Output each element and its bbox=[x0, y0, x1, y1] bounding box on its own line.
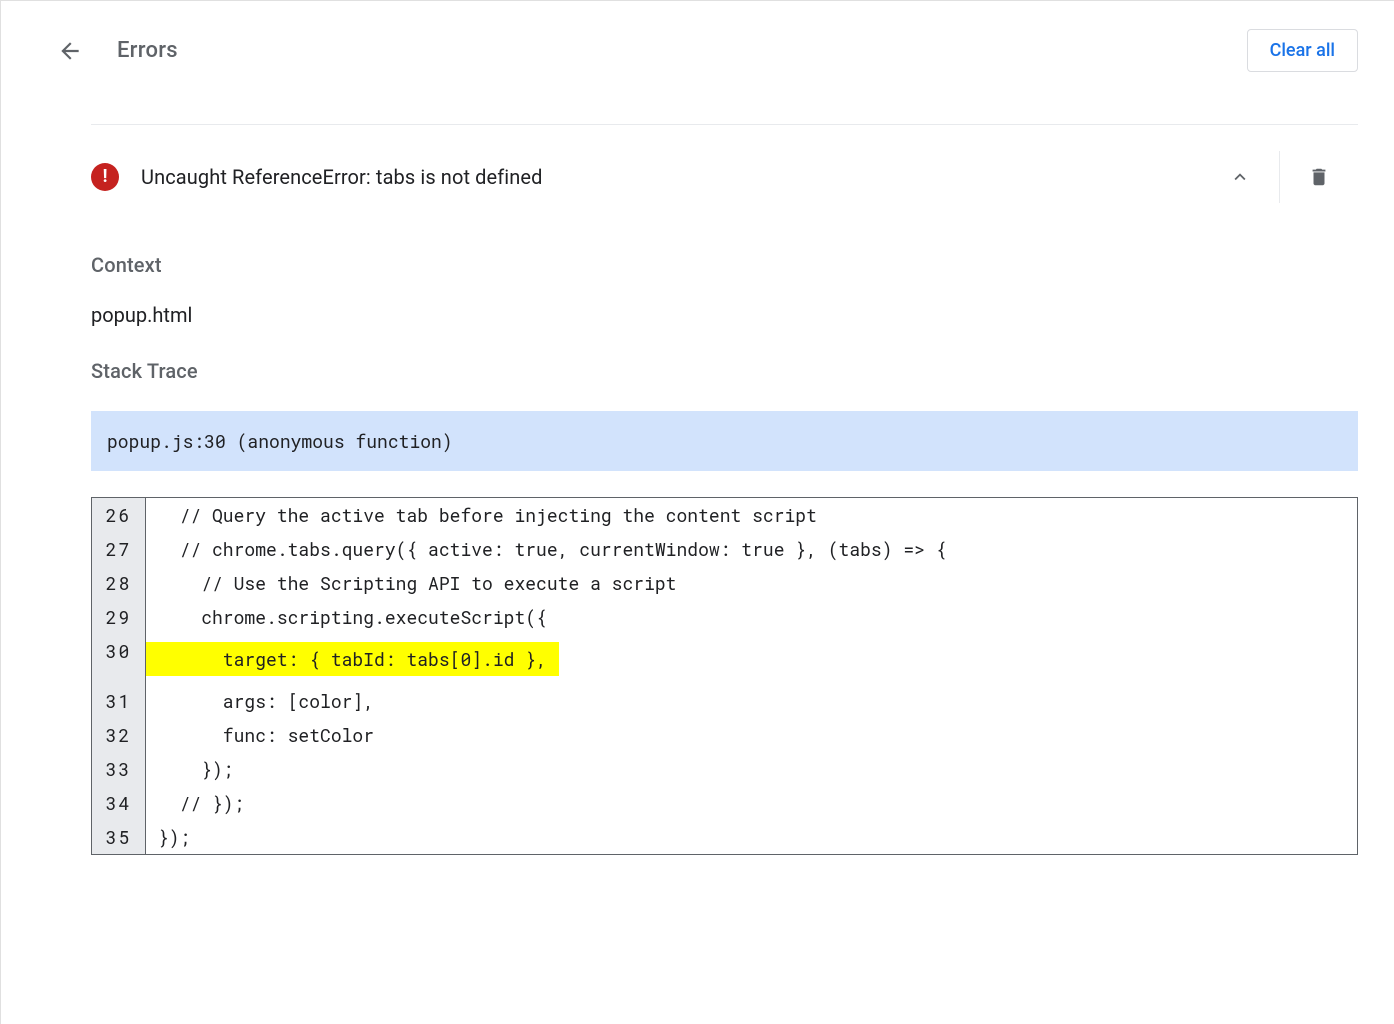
line-code: chrome.scripting.executeScript({ bbox=[146, 600, 1357, 634]
chevron-up-icon bbox=[1229, 166, 1251, 188]
line-code: }); bbox=[146, 752, 1357, 786]
page-header: Errors Clear all bbox=[1, 1, 1394, 100]
line-code: // Use the Scripting API to execute a sc… bbox=[146, 566, 1357, 600]
line-code: args: [color], bbox=[146, 684, 1357, 718]
code-line: 30 target: { tabId: tabs[0].id }, bbox=[92, 634, 1357, 684]
line-number: 33 bbox=[92, 752, 146, 786]
page-title: Errors bbox=[117, 38, 178, 63]
code-line: 32 func: setColor bbox=[92, 718, 1357, 752]
line-number: 30 bbox=[92, 634, 146, 684]
stack-trace-heading: Stack Trace bbox=[91, 359, 1358, 383]
error-item: ! Uncaught ReferenceError: tabs is not d… bbox=[91, 125, 1358, 229]
line-number: 27 bbox=[92, 532, 146, 566]
line-number: 28 bbox=[92, 566, 146, 600]
trash-icon bbox=[1308, 165, 1330, 189]
code-line: 27 // chrome.tabs.query({ active: true, … bbox=[92, 532, 1357, 566]
context-heading: Context bbox=[91, 253, 1358, 277]
line-number: 29 bbox=[92, 600, 146, 634]
error-badge: ! bbox=[91, 163, 119, 191]
line-number: 35 bbox=[92, 820, 146, 854]
error-message: Uncaught ReferenceError: tabs is not def… bbox=[141, 165, 543, 189]
line-code: // Query the active tab before injecting… bbox=[146, 498, 1357, 532]
line-code: target: { tabId: tabs[0].id }, bbox=[146, 634, 1357, 684]
stack-frame[interactable]: popup.js:30 (anonymous function) bbox=[91, 411, 1358, 471]
line-number: 31 bbox=[92, 684, 146, 718]
line-number: 32 bbox=[92, 718, 146, 752]
back-button[interactable] bbox=[57, 38, 83, 64]
line-code: // chrome.tabs.query({ active: true, cur… bbox=[146, 532, 1357, 566]
code-line: 26 // Query the active tab before inject… bbox=[92, 498, 1357, 532]
line-code: }); bbox=[146, 820, 1357, 854]
code-line: 28 // Use the Scripting API to execute a… bbox=[92, 566, 1357, 600]
code-block: 26 // Query the active tab before inject… bbox=[91, 497, 1358, 855]
context-value: popup.html bbox=[91, 303, 1358, 327]
line-number: 26 bbox=[92, 498, 146, 532]
line-code: // }); bbox=[146, 786, 1357, 820]
code-line: 29 chrome.scripting.executeScript({ bbox=[92, 600, 1357, 634]
collapse-button[interactable] bbox=[1201, 154, 1279, 200]
code-line: 35}); bbox=[92, 820, 1357, 854]
code-line: 33 }); bbox=[92, 752, 1357, 786]
exclamation-icon: ! bbox=[103, 168, 108, 186]
code-line: 31 args: [color], bbox=[92, 684, 1357, 718]
clear-all-button[interactable]: Clear all bbox=[1247, 29, 1358, 72]
code-line: 34 // }); bbox=[92, 786, 1357, 820]
arrow-left-icon bbox=[57, 38, 83, 64]
line-code: func: setColor bbox=[146, 718, 1357, 752]
delete-error-button[interactable] bbox=[1280, 153, 1358, 201]
line-number: 34 bbox=[92, 786, 146, 820]
